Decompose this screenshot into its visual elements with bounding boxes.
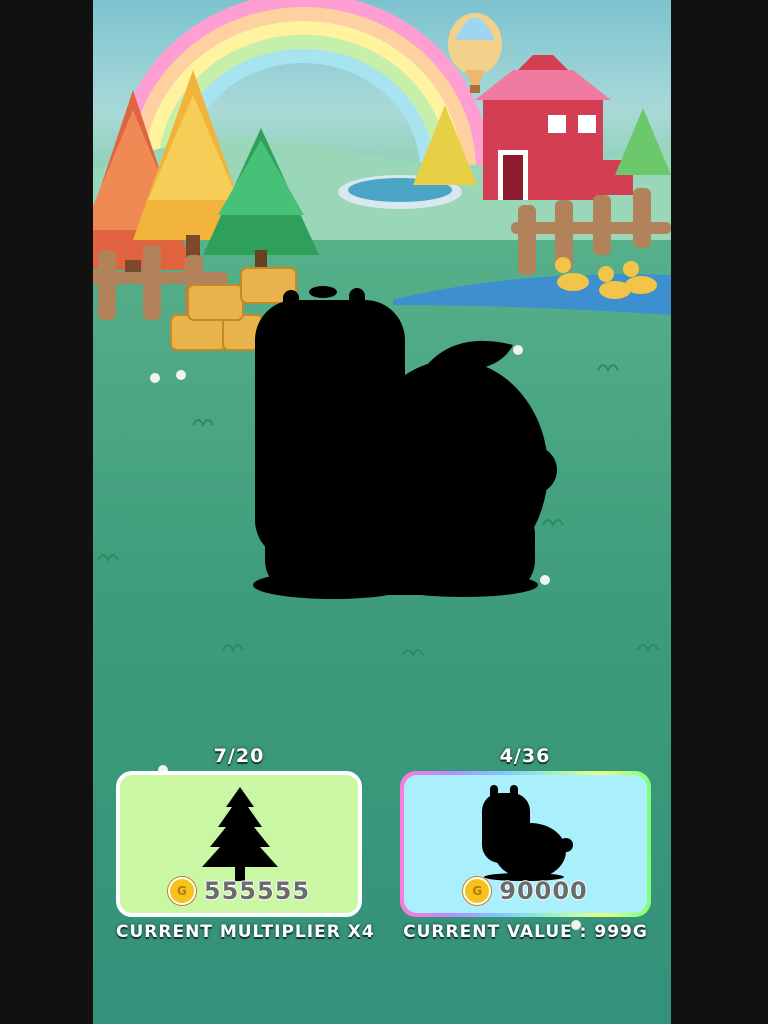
- gold-coin-icon: G: [463, 877, 492, 905]
- tree-purchase-card[interactable]: G 555555: [116, 771, 362, 917]
- game-screen: 7/20 G 555555 CURRENT MULTIPLIER X4 4/36…: [93, 0, 671, 1024]
- tree-silhouette-icon: [202, 787, 278, 881]
- fluffy-pet-silhouette-icon: [482, 785, 573, 881]
- tree-progress-counter: 7/20: [213, 745, 265, 767]
- current-value-label: CURRENT VALUE : 999G: [403, 922, 648, 942]
- pet-price-row: G 90000: [404, 877, 647, 905]
- pet-purchase-card[interactable]: G 90000: [400, 771, 651, 917]
- pet-progress-counter: 4/36: [499, 745, 551, 767]
- tree-price: 555555: [203, 877, 311, 905]
- pet-price: 90000: [499, 877, 588, 905]
- pet-card-inner: G 90000: [404, 775, 647, 913]
- current-multiplier-label: CURRENT MULTIPLIER X4: [116, 922, 375, 942]
- mystery-pet-silhouette: [253, 286, 557, 599]
- gold-coin-icon: G: [167, 877, 196, 905]
- tree-price-row: G 555555: [120, 877, 358, 905]
- red-barn: [475, 55, 633, 200]
